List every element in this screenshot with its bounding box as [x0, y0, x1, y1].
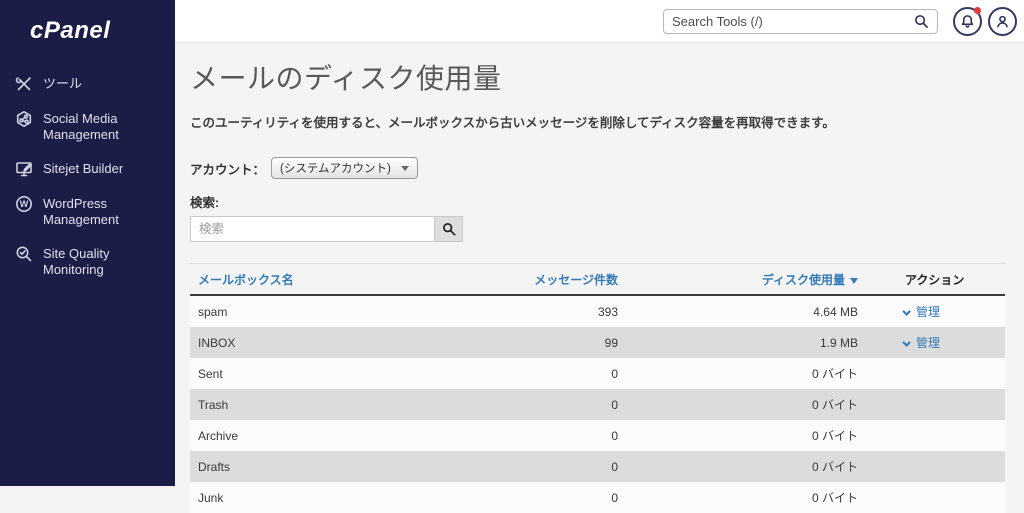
- action-cell: [866, 420, 1005, 451]
- social-media-icon: [16, 111, 32, 127]
- mailbox-name-cell: Junk: [198, 490, 224, 505]
- message-count-cell: 0: [611, 366, 618, 381]
- disk-usage-cell: 0 バイト: [811, 429, 858, 443]
- chevron-down-icon: [902, 307, 911, 316]
- table-row: spam 393 4.64 MB 管理: [190, 295, 1005, 327]
- sidebar-item-sitejet[interactable]: Sitejet Builder: [0, 152, 175, 187]
- search-icon: [915, 15, 928, 28]
- disk-usage-cell: 0 バイト: [811, 491, 858, 505]
- sidebar-item-site-quality[interactable]: Site Quality Monitoring: [0, 237, 175, 287]
- table-header-row: メールボックス名 メッセージ件数 ディスク使用量 アクション: [190, 263, 1005, 296]
- header-mailbox-name[interactable]: メールボックス名: [190, 263, 436, 296]
- user-menu-button[interactable]: [988, 7, 1017, 36]
- manage-link[interactable]: 管理: [902, 305, 940, 319]
- sidebar-item-label: WordPress Management: [43, 196, 119, 227]
- tools-icon: [15, 77, 31, 91]
- mailbox-name-cell: spam: [198, 304, 228, 319]
- tools-search-box: [663, 9, 938, 34]
- table-row: Junk 0 0 バイト: [190, 482, 1005, 513]
- site-quality-icon: [16, 246, 32, 262]
- chevron-down-icon: [902, 338, 911, 347]
- message-count-cell: 99: [604, 335, 618, 350]
- topbar: [175, 0, 1024, 43]
- message-count-cell: 0: [611, 459, 618, 474]
- sidebar-item-label: Sitejet Builder: [43, 161, 124, 176]
- page-title: メールのディスク使用量: [190, 63, 502, 94]
- header-disk-usage[interactable]: ディスク使用量: [626, 263, 866, 296]
- wordpress-icon: W: [16, 196, 32, 212]
- sort-desc-icon: [850, 278, 858, 284]
- search-icon: [442, 223, 456, 236]
- mailbox-name-cell: Sent: [198, 366, 223, 381]
- search-label: 検索:: [190, 196, 220, 210]
- message-count-cell: 393: [597, 304, 618, 319]
- action-cell: 管理: [866, 327, 1005, 358]
- sidebar-item-label: ツール: [43, 76, 83, 91]
- notification-badge: [974, 7, 981, 14]
- manage-link[interactable]: 管理: [902, 336, 940, 350]
- account-select[interactable]: (システムアカウント): [271, 157, 419, 179]
- table-row: Archive 0 0 バイト: [190, 420, 1005, 451]
- action-cell: [866, 358, 1005, 389]
- action-cell: [866, 451, 1005, 482]
- table-row: Sent 0 0 バイト: [190, 358, 1005, 389]
- message-count-cell: 0: [611, 428, 618, 443]
- sitejet-builder-icon: [16, 162, 32, 177]
- message-count-cell: 0: [611, 490, 618, 505]
- mailbox-search-button[interactable]: [435, 216, 463, 242]
- sidebar-nav: ツール Social Media Management Sitejet Buil…: [0, 67, 175, 287]
- notification-bell-icon: [961, 15, 974, 28]
- disk-usage-cell: 4.64 MB: [813, 304, 858, 319]
- mailbox-table: メールボックス名 メッセージ件数 ディスク使用量 アクション spam 393 …: [190, 263, 1005, 513]
- dropdown-arrow-icon: [401, 165, 410, 171]
- notifications-button[interactable]: [953, 7, 982, 36]
- action-cell: [866, 389, 1005, 420]
- header-message-count[interactable]: メッセージ件数: [436, 263, 626, 296]
- message-count-cell: 0: [611, 397, 618, 412]
- table-row: Drafts 0 0 バイト: [190, 451, 1005, 482]
- mailbox-name-cell: Drafts: [198, 459, 231, 474]
- mailbox-name-cell: INBOX: [198, 335, 236, 350]
- tools-search-input[interactable]: [672, 14, 914, 29]
- account-row: アカウント： (システムアカウント): [190, 157, 1004, 179]
- sidebar-item-tools[interactable]: ツール: [0, 67, 175, 102]
- disk-usage-cell: 0 バイト: [811, 367, 858, 381]
- mailbox-name-cell: Archive: [198, 428, 239, 443]
- sidebar: cPanel ツール Social Media Management Sitej…: [0, 0, 175, 486]
- account-label: アカウント：: [190, 162, 266, 177]
- disk-usage-cell: 0 バイト: [811, 460, 858, 474]
- account-select-value: (システムアカウント): [280, 163, 391, 175]
- disk-usage-cell: 0 バイト: [811, 398, 858, 412]
- page-description: このユーティリティを使用すると、メールボックスから古いメッセージを削除してディス…: [190, 116, 835, 130]
- mailbox-search-row: [190, 216, 1004, 242]
- sidebar-item-wordpress[interactable]: W WordPress Management: [0, 187, 175, 237]
- table-row: Trash 0 0 バイト: [190, 389, 1005, 420]
- cpanel-logo[interactable]: cPanel: [30, 17, 175, 45]
- action-cell: [866, 482, 1005, 513]
- action-cell: 管理: [866, 295, 1005, 327]
- header-actions: アクション: [866, 263, 1005, 296]
- user-icon: [997, 15, 1008, 28]
- sidebar-item-social-media[interactable]: Social Media Management: [0, 102, 175, 152]
- mailbox-search-input[interactable]: [190, 216, 435, 242]
- disk-usage-cell: 1.9 MB: [819, 335, 858, 350]
- main-content: メールのディスク使用量 このユーティリティを使用すると、メールボックスから古いメ…: [175, 43, 1024, 513]
- sidebar-item-label: Site Quality Monitoring: [43, 246, 110, 277]
- svg-text:W: W: [20, 199, 29, 209]
- mailbox-table-body: spam 393 4.64 MB 管理 INBOX 99 1.9 MB 管理 S…: [190, 295, 1005, 513]
- mailbox-name-cell: Trash: [198, 397, 229, 412]
- table-row: INBOX 99 1.9 MB 管理: [190, 327, 1005, 358]
- sidebar-item-label: Social Media Management: [43, 111, 119, 142]
